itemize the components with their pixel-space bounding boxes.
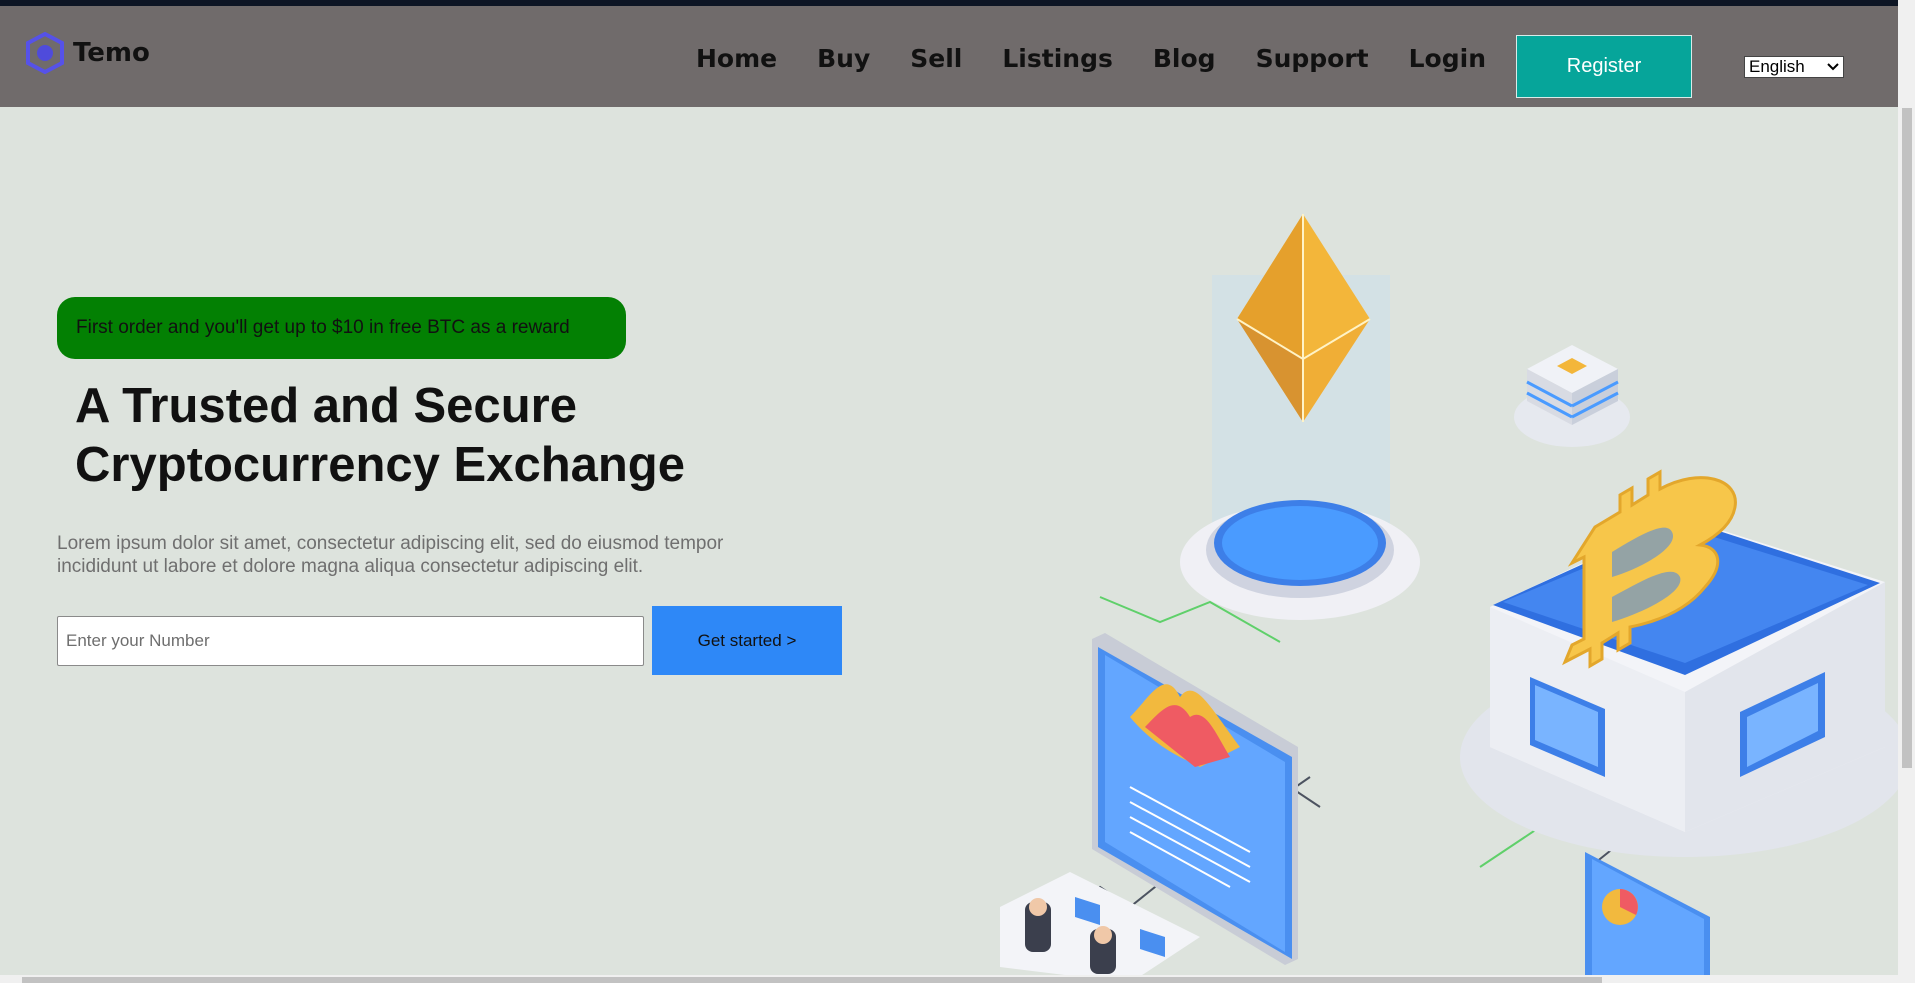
phone-number-input[interactable]: [57, 616, 644, 666]
nav-login-link[interactable]: Login: [1409, 44, 1486, 73]
nav-home-link[interactable]: Home: [696, 44, 777, 73]
navbar: Temo Home Buy Sell Listings Blog Support…: [0, 6, 1898, 107]
hero-description-line-2: incididunt ut labore et dolore magna ali…: [57, 556, 644, 577]
brand-logo[interactable]: Temo: [25, 32, 150, 74]
hero-description: Lorem ipsum dolor sit amet, consectetur …: [57, 532, 797, 578]
nav-support-link[interactable]: Support: [1256, 44, 1369, 73]
register-button[interactable]: Register: [1516, 35, 1692, 98]
get-started-button[interactable]: Get started >: [652, 606, 842, 675]
nav-buy-link[interactable]: Buy: [817, 44, 870, 73]
language-select[interactable]: English: [1744, 56, 1844, 78]
promo-badge: First order and you'll get up to $10 in …: [57, 297, 626, 359]
hero-description-line-1: Lorem ipsum dolor sit amet, consectetur …: [57, 533, 724, 554]
nav-blog-link[interactable]: Blog: [1153, 44, 1216, 73]
crypto-exchange-illustration: [1000, 214, 1898, 983]
horizontal-scrollbar-thumb[interactable]: [22, 977, 1602, 983]
language-select-value: English: [1749, 57, 1805, 76]
main-nav: Home Buy Sell Listings Blog Support Logi…: [696, 44, 1486, 73]
hero-headline-line-1: A Trusted and Secure: [75, 379, 577, 433]
server-block-icon: [1514, 345, 1630, 447]
nav-sell-link[interactable]: Sell: [910, 44, 962, 73]
hero-headline: A Trusted and Secure Cryptocurrency Exch…: [75, 377, 685, 495]
brand-name: Temo: [73, 38, 150, 68]
nav-listings-link[interactable]: Listings: [1002, 44, 1112, 73]
ethereum-icon: [1180, 214, 1420, 620]
chevron-down-icon: [1827, 63, 1839, 71]
hero-headline-line-2: Cryptocurrency Exchange: [75, 438, 685, 492]
hexagon-logo-icon: [26, 32, 64, 74]
vertical-scrollbar-thumb[interactable]: [1902, 108, 1912, 768]
pie-chart-screen-icon: [1585, 852, 1710, 983]
